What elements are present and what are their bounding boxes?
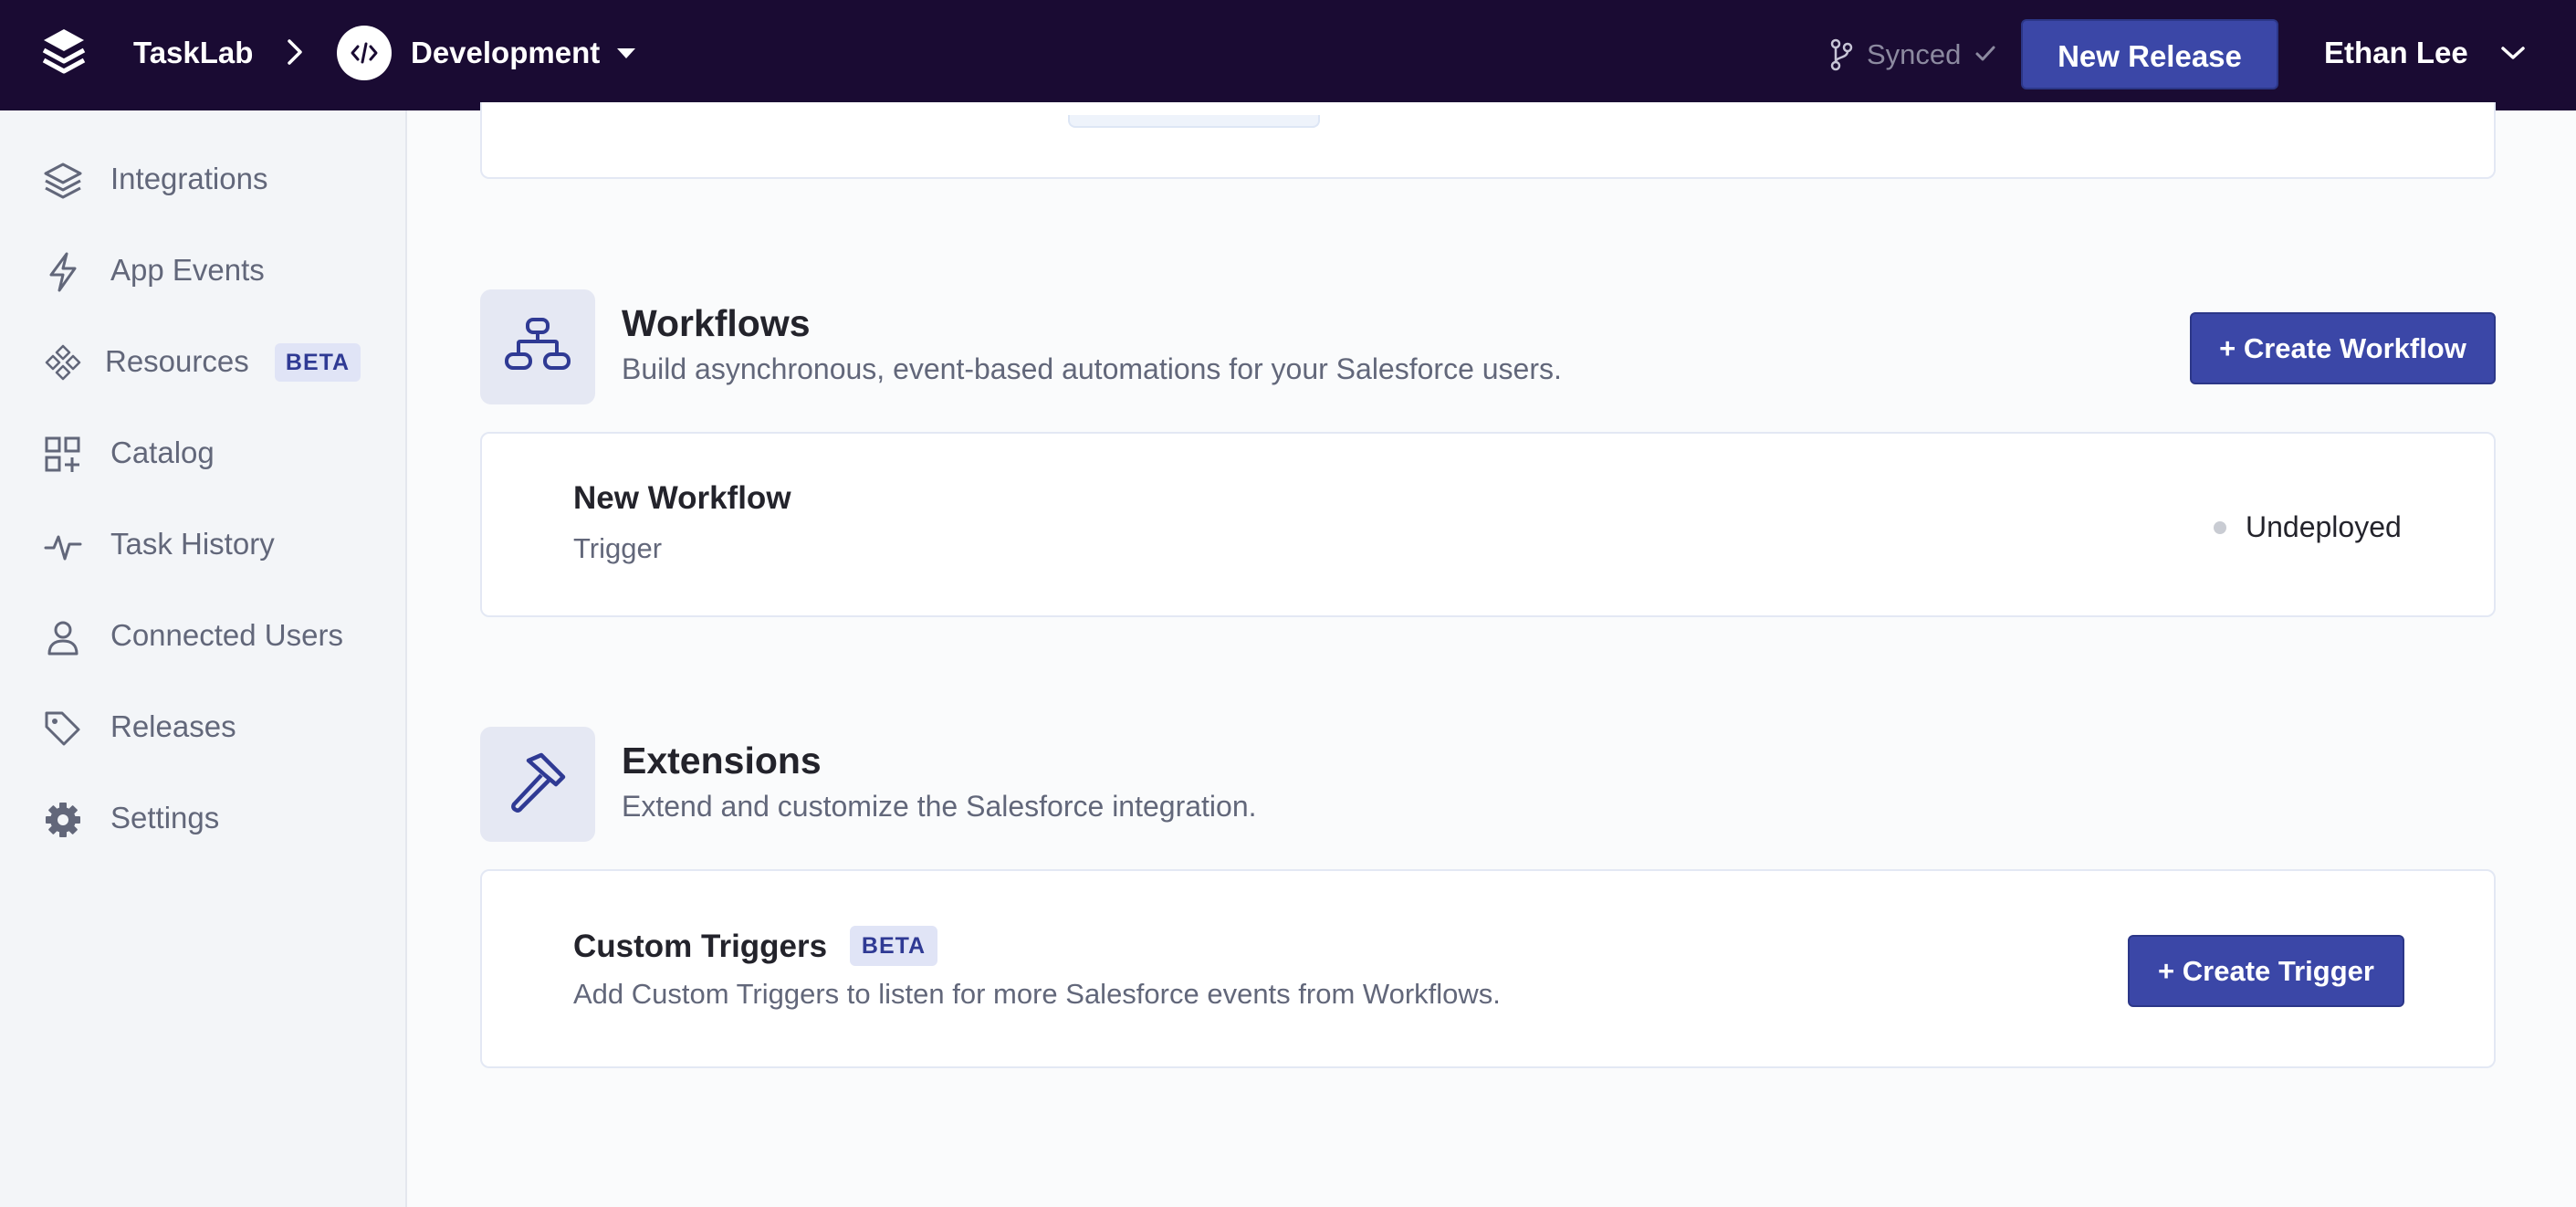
sidebar-item-settings[interactable]: Settings <box>0 782 405 855</box>
lightning-icon <box>49 252 77 292</box>
workflows-subtitle: Build asynchronous, event-based automati… <box>622 352 1562 385</box>
sidebar-item-label: Task History <box>110 527 275 561</box>
sidebar-item-releases[interactable]: Releases <box>0 690 405 763</box>
sync-status: Synced <box>1867 38 1962 70</box>
sidebar-item-resources[interactable]: Resources BETA <box>0 325 405 398</box>
create-workflow-button[interactable]: + Create Workflow <box>2190 312 2496 384</box>
sidebar-item-catalog[interactable]: Catalog <box>0 416 405 489</box>
beta-badge: BETA <box>275 343 361 382</box>
sidebar-item-label: App Events <box>110 253 265 287</box>
git-branch-icon <box>1830 38 1853 71</box>
extensions-section-icon <box>480 727 595 842</box>
sidebar-item-label: Settings <box>110 801 220 834</box>
sidebar-item-label: Integrations <box>110 162 268 195</box>
previous-section-card <box>480 102 2496 179</box>
sidebar-item-task-history[interactable]: Task History <box>0 508 405 581</box>
custom-triggers-description: Add Custom Triggers to listen for more S… <box>573 978 1501 1010</box>
workflow-card[interactable]: New Workflow Trigger Undeployed <box>480 432 2496 617</box>
layers-icon <box>44 163 82 199</box>
workflow-section-icon <box>480 289 595 404</box>
sidebar-item-app-events[interactable]: App Events <box>0 234 405 307</box>
grid-plus-icon <box>45 436 80 472</box>
tasklab-logo-icon[interactable] <box>40 26 88 80</box>
custom-triggers-card: Custom Triggers BETA Add Custom Triggers… <box>480 869 2496 1068</box>
workflow-status: Undeployed <box>2246 510 2402 543</box>
breadcrumb-chevron-icon <box>288 39 302 65</box>
caret-down-icon[interactable] <box>615 46 637 60</box>
sidebar-item-label: Catalog <box>110 436 215 469</box>
workflows-title: Workflows <box>622 302 811 344</box>
tag-icon <box>45 711 80 746</box>
environment-selector[interactable]: Development <box>411 35 600 71</box>
gear-icon <box>46 803 80 837</box>
sidebar-item-integrations[interactable]: Integrations <box>0 142 405 215</box>
sidebar: Integrations App Events Resources BETA C… <box>0 110 407 1207</box>
sidebar-item-label: Releases <box>110 709 236 743</box>
extensions-title: Extensions <box>622 740 822 782</box>
diamond-grid-icon <box>45 344 81 381</box>
create-trigger-button[interactable]: + Create Trigger <box>2128 935 2404 1007</box>
workflow-icon <box>505 318 571 370</box>
environment-icon[interactable] <box>337 26 392 80</box>
user-icon <box>47 621 79 656</box>
custom-triggers-title: Custom Triggers <box>573 929 828 964</box>
workflow-trigger-type: Trigger <box>573 532 663 564</box>
previous-card-button[interactable] <box>1068 115 1320 128</box>
top-bar: TaskLab Development Synced New Release E… <box>0 0 2576 110</box>
check-icon <box>1975 46 1995 61</box>
hammer-icon <box>511 752 566 813</box>
user-menu[interactable]: Ethan Lee <box>2324 35 2468 71</box>
chevron-down-icon[interactable] <box>2499 44 2527 62</box>
beta-badge: BETA <box>850 926 937 966</box>
brand-name[interactable]: TaskLab <box>133 35 253 71</box>
sidebar-item-label: Resources <box>105 344 249 378</box>
sidebar-item-connected-users[interactable]: Connected Users <box>0 599 405 672</box>
sidebar-item-label: Connected Users <box>110 618 343 652</box>
status-dot-icon <box>2214 521 2226 534</box>
extensions-subtitle: Extend and customize the Salesforce inte… <box>622 790 1257 823</box>
new-release-button[interactable]: New Release <box>2021 19 2278 89</box>
workflow-name[interactable]: New Workflow <box>573 479 791 518</box>
activity-icon <box>44 535 82 561</box>
